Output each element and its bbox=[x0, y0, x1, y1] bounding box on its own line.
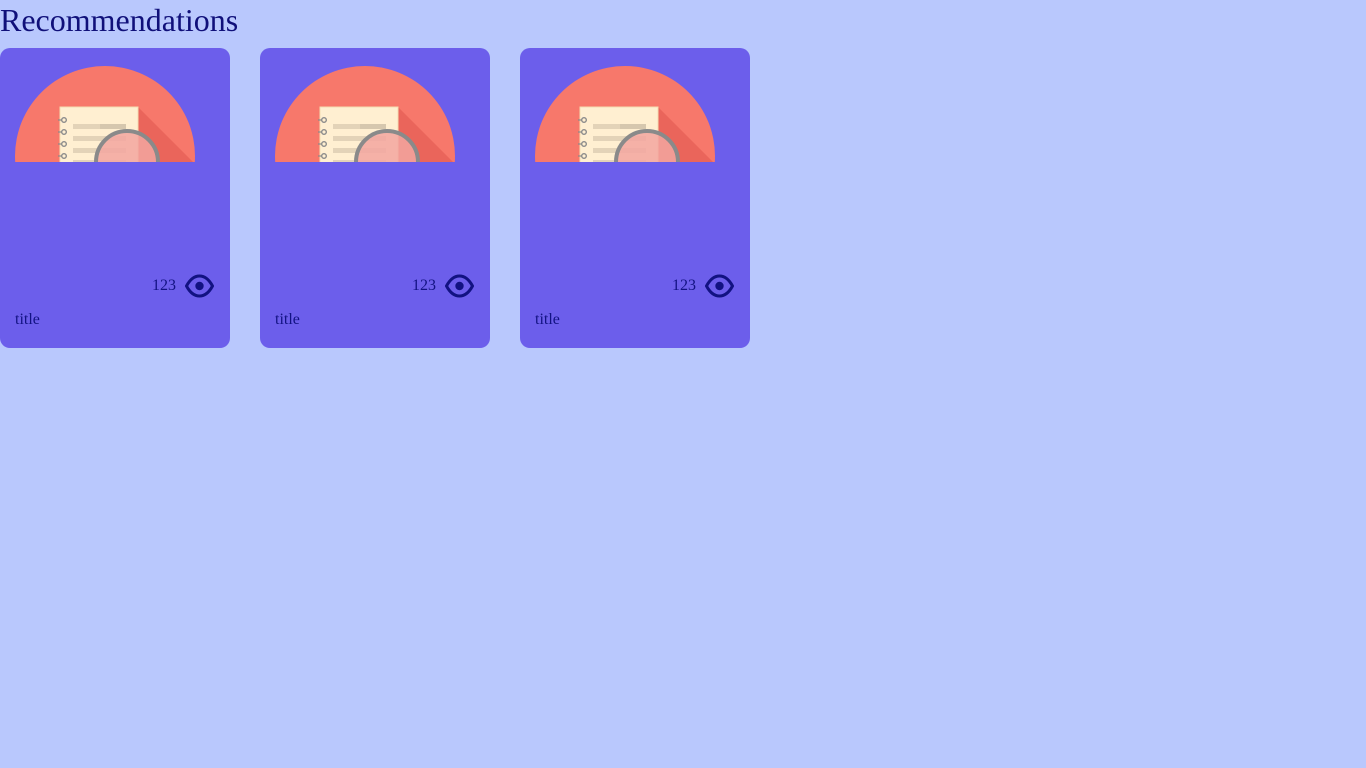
card-title: title bbox=[275, 311, 300, 328]
card-title: title bbox=[535, 311, 560, 328]
views-count: 123 bbox=[412, 277, 436, 294]
eye-icon bbox=[185, 274, 214, 298]
notebook-magnifier-icon bbox=[535, 66, 715, 162]
views-indicator: 123 bbox=[152, 273, 214, 299]
eye-icon bbox=[445, 274, 474, 298]
notebook-magnifier-icon bbox=[15, 66, 195, 162]
views-indicator: 123 bbox=[672, 273, 734, 299]
page-title: Recommendations bbox=[0, 2, 239, 38]
views-count: 123 bbox=[152, 277, 176, 294]
recommendation-card[interactable]: 123 title bbox=[520, 48, 750, 348]
recommendation-card[interactable]: 123 title bbox=[260, 48, 490, 348]
notebook-magnifier-icon bbox=[275, 66, 455, 162]
views-count: 123 bbox=[672, 277, 696, 294]
card-title: title bbox=[15, 311, 40, 328]
recommendation-card[interactable]: 123 title bbox=[0, 48, 230, 348]
eye-icon bbox=[705, 274, 734, 298]
views-indicator: 123 bbox=[412, 273, 474, 299]
recommendation-list: 123 title 123 title 123 title bbox=[0, 48, 750, 348]
